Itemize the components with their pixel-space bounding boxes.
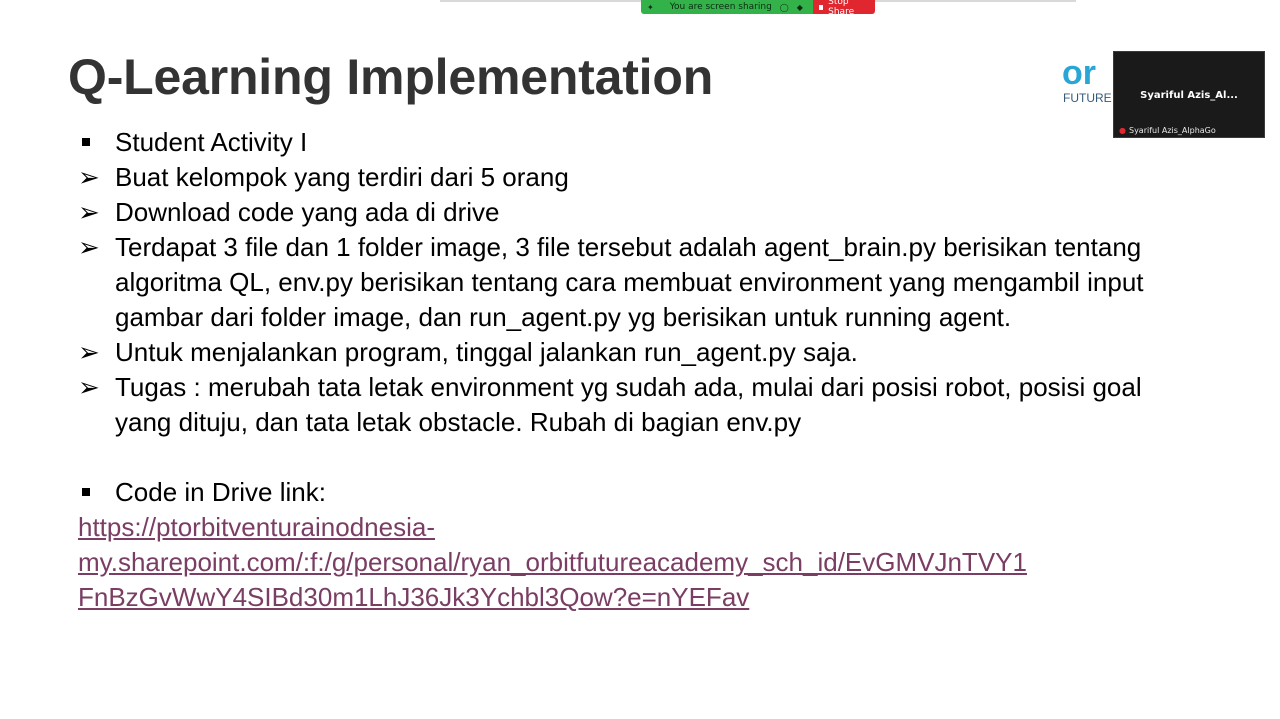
drive-link-line[interactable]: https://ptorbitventurainodnesia- [78, 510, 1168, 545]
list-item: Code in Drive link: [78, 475, 1195, 510]
drive-link[interactable]: https://ptorbitventurainodnesia- my.shar… [78, 510, 1168, 615]
list-item: ➢ Terdapat 3 file dan 1 folder image, 3 … [78, 230, 1195, 335]
arrow-bullet-icon: ➢ [78, 232, 100, 262]
list-item-text: Untuk menjalankan program, tinggal jalan… [115, 337, 858, 367]
info-icon[interactable]: ◯ [780, 3, 789, 12]
list-item-text: Buat kelompok yang terdiri dari 5 orang [115, 162, 569, 192]
list-item: ➢ Buat kelompok yang terdiri dari 5 oran… [78, 160, 1195, 195]
orbit-future-logo: or FUTURE [1062, 56, 1114, 108]
participant-display-name: Syariful Azis_Al... [1140, 90, 1238, 101]
share-status[interactable]: ✦ You are screen sharing ◯ ◆ [641, 0, 813, 14]
list-item-text: Download code yang ada di drive [115, 197, 500, 227]
stop-share-label: Stop Share [828, 0, 855, 14]
stop-share-button[interactable]: Stop Share [813, 0, 875, 14]
drive-link-line[interactable]: FnBzGvWwY4SIBd30m1LhJ36Jk3Ychbl3Qow?e=nY… [78, 580, 1168, 615]
list-item: ➢ Download code yang ada di drive [78, 195, 1195, 230]
slide-content: Student Activity I ➢ Buat kelompok yang … [78, 125, 1195, 615]
list-item: ➢ Tugas : merubah tata letak environment… [78, 370, 1195, 440]
arrow-bullet-icon: ➢ [78, 197, 100, 227]
stop-square-icon [819, 4, 824, 10]
list-item-text: Terdapat 3 file dan 1 folder image, 3 fi… [115, 232, 1144, 332]
shield-icon[interactable]: ◆ [797, 3, 803, 12]
list-item: Student Activity I [78, 125, 1195, 160]
arrow-bullet-icon: ➢ [78, 337, 100, 367]
slide-title: Q-Learning Implementation [68, 49, 714, 105]
list-item: ➢ Untuk menjalankan program, tinggal jal… [78, 335, 1195, 370]
share-pin-icon: ✦ [647, 2, 654, 12]
logo-word: FUTURE [1063, 91, 1112, 105]
screen-share-bar: ✦ You are screen sharing ◯ ◆ Stop Share [641, 0, 875, 14]
arrow-bullet-icon: ➢ [78, 162, 100, 192]
list-item-text: Student Activity I [115, 127, 308, 157]
share-status-text: You are screen sharing [669, 2, 772, 12]
arrow-bullet-icon: ➢ [78, 372, 100, 402]
list-item-text: Tugas : merubah tata letak environment y… [115, 372, 1142, 437]
drive-link-line[interactable]: my.sharepoint.com/:f:/g/personal/ryan_or… [78, 545, 1168, 580]
logo-mark: or [1062, 56, 1096, 92]
drive-label: Code in Drive link: [115, 477, 326, 507]
